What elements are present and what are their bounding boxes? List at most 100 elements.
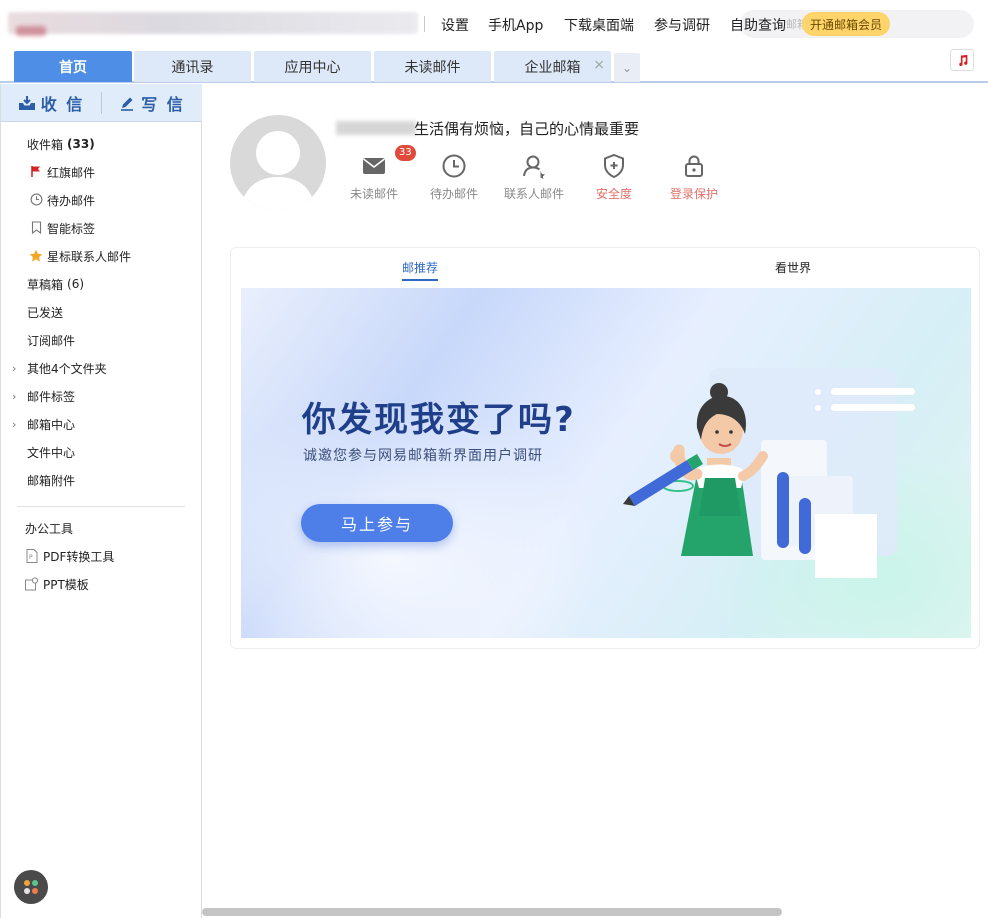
folder-label: 待办邮件 [47, 193, 96, 208]
clock-icon [441, 153, 467, 179]
folder-mail-center[interactable]: › 邮箱中心 [1, 412, 201, 436]
shield-icon [601, 153, 627, 179]
tab-bar: 首页 通讯录 应用中心 未读邮件 企业邮箱 × ⌄ [0, 48, 988, 83]
folder-starred-contacts[interactable]: 星标联系人邮件 [1, 244, 201, 268]
vip-membership-button[interactable]: 开通邮箱会员 [802, 12, 890, 36]
top-divider [424, 16, 425, 32]
stat-login-protection[interactable]: 登录保护 [654, 153, 734, 202]
top-bar: 设置 手机App 下载桌面端 参与调研 自助查询 邮箱 开通邮箱会员 [0, 0, 988, 48]
stat-label: 未读邮件 [349, 187, 398, 201]
folder-attachments[interactable]: 邮箱附件 [1, 468, 201, 492]
tab-label: 首页 [59, 59, 87, 76]
banner-subtitle: 诚邀您参与网易邮箱新界面用户调研 [303, 448, 543, 464]
music-icon[interactable] [950, 49, 974, 71]
settings-link[interactable]: 设置 [441, 15, 469, 35]
sidebar: 收 信 写 信 收件箱 (33) 红旗邮件 待办邮件 智能标签 星标联系人邮件 … [0, 84, 202, 918]
office-tools-heading: 办公工具 [1, 516, 201, 540]
tab-app-center[interactable]: 应用中心 [254, 51, 371, 82]
self-service-link[interactable]: 自助查询 [730, 15, 786, 35]
stat-todo-mail[interactable]: 待办邮件 [414, 153, 494, 202]
chevron-right-icon[interactable]: › [12, 418, 16, 431]
divider [17, 506, 185, 507]
folder-label: 智能标签 [47, 221, 96, 236]
mail-icon: 33 [361, 145, 416, 179]
folder-label: 邮箱中心 [27, 417, 76, 432]
chevron-right-icon[interactable]: › [12, 362, 16, 375]
account-logo-blurred [8, 12, 418, 34]
red-flag-icon [29, 165, 43, 179]
banner-title: 你发现我变了吗? [302, 400, 576, 440]
folder-label: 邮件标签 [27, 389, 76, 404]
stat-label: 待办邮件 [429, 187, 478, 201]
tab-unread-mail[interactable]: 未读邮件 [374, 51, 491, 82]
inbox-count: (33) [67, 137, 95, 151]
stat-label: 登录保护 [669, 187, 718, 201]
folder-label: 收件箱 [27, 137, 64, 152]
folder-todo[interactable]: 待办邮件 [1, 188, 201, 212]
unread-badge: 33 [395, 145, 416, 161]
folder-file-center[interactable]: 文件中心 [1, 440, 201, 464]
avatar[interactable] [230, 115, 326, 211]
recommendation-card: 邮推荐 看世界 你发现我变了吗? 诚邀您参与网易邮箱新界面用户调研 马上参与 [230, 247, 980, 649]
svg-text:P: P [29, 554, 33, 561]
contact-icon [521, 153, 547, 179]
tab-label: 未读邮件 [404, 59, 461, 76]
app-grid-icon[interactable] [14, 870, 48, 904]
folder-smart-tags[interactable]: 智能标签 [1, 216, 201, 240]
folder-label: 文件中心 [27, 445, 76, 460]
survey-banner[interactable]: 你发现我变了吗? 诚邀您参与网易邮箱新界面用户调研 马上参与 [241, 288, 971, 638]
tab-label: 通讯录 [171, 59, 214, 76]
folder-label: 草稿箱 [27, 277, 64, 292]
horizontal-scrollbar[interactable] [202, 908, 782, 916]
compose-row: 收 信 写 信 [1, 84, 202, 122]
tab-label: 应用中心 [284, 59, 341, 76]
chevron-right-icon[interactable]: › [12, 390, 16, 403]
folder-label: 其他4个文件夹 [27, 361, 107, 376]
star-icon [29, 249, 43, 263]
chevron-down-icon[interactable]: ⌄ [614, 53, 640, 82]
tab-enterprise-mail[interactable]: 企业邮箱 × [494, 51, 611, 82]
stat-label: 联系人邮件 [503, 187, 564, 201]
subtab-see-world[interactable]: 看世界 [775, 259, 811, 276]
close-icon[interactable]: × [593, 57, 605, 73]
pen-icon [121, 97, 134, 111]
tab-label: 企业邮箱 [524, 59, 581, 76]
survey-illustration [623, 368, 915, 578]
folder-inbox[interactable]: 收件箱 (33) [1, 132, 201, 156]
stat-contact-mail[interactable]: 联系人邮件 [494, 153, 574, 202]
tab-home[interactable]: 首页 [14, 51, 132, 82]
folder-sent[interactable]: 已发送 [1, 300, 201, 324]
tool-ppt-templates[interactable]: PPT模板 [1, 572, 201, 596]
tab-contacts[interactable]: 通讯录 [134, 51, 251, 82]
account-name-blurred [16, 26, 46, 36]
section-title: 办公工具 [25, 521, 74, 536]
survey-link[interactable]: 参与调研 [654, 15, 710, 35]
join-survey-button[interactable]: 马上参与 [301, 504, 453, 542]
folder-drafts[interactable]: 草稿箱 (6) [1, 272, 201, 296]
compose-label: 写 信 [141, 95, 185, 114]
ppt-template-icon [25, 577, 39, 591]
stat-label: 安全度 [595, 187, 632, 201]
lock-icon [681, 153, 707, 179]
inbox-icon [18, 96, 35, 110]
drafts-count: (6) [67, 277, 85, 291]
subtab-mail-recommend[interactable]: 邮推荐 [402, 259, 438, 276]
stat-unread-mail[interactable]: 33 未读邮件 [334, 145, 416, 202]
folder-label: 邮箱附件 [27, 473, 76, 488]
username-blurred [336, 121, 416, 135]
receive-mail-button[interactable]: 收 信 [1, 84, 101, 122]
mobile-app-link[interactable]: 手机App [488, 15, 543, 35]
stat-security-level[interactable]: 安全度 [574, 153, 654, 202]
folder-label: 已发送 [27, 305, 64, 320]
folder-red-flag[interactable]: 红旗邮件 [1, 160, 201, 184]
download-desktop-link[interactable]: 下载桌面端 [564, 15, 634, 35]
tool-label: PPT模板 [43, 577, 89, 592]
pdf-file-icon: P [25, 549, 39, 563]
compose-button[interactable]: 写 信 [102, 84, 202, 122]
bookmark-icon [29, 221, 43, 235]
folder-mail-tags[interactable]: › 邮件标签 [1, 384, 201, 408]
tool-pdf-converter[interactable]: P PDF转换工具 [1, 544, 201, 568]
folder-other-folders[interactable]: › 其他4个文件夹 [1, 356, 201, 380]
folder-subscriptions[interactable]: 订阅邮件 [1, 328, 201, 352]
folder-label: 订阅邮件 [27, 333, 76, 348]
